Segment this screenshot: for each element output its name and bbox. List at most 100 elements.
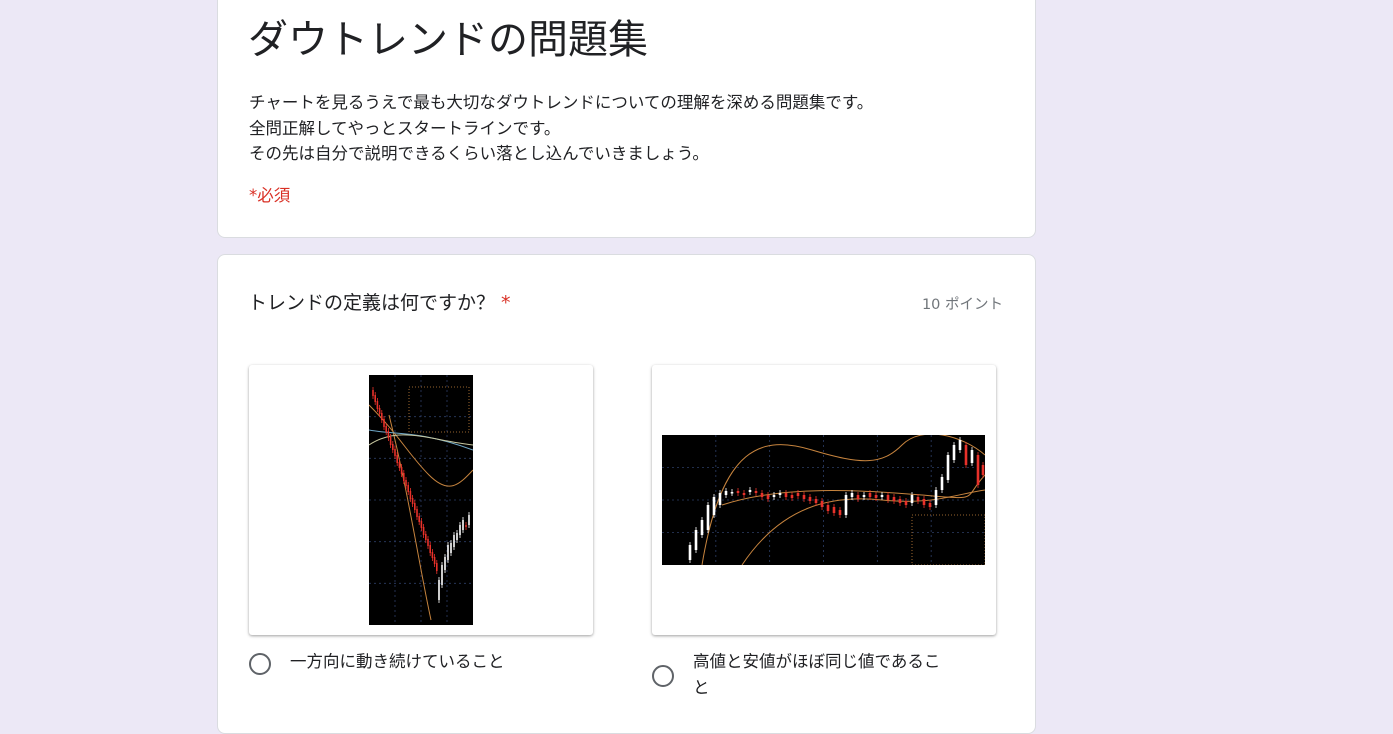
form-description: チャートを見るうえで最も大切なダウトレンドについての理解を深める問題集です。 全… xyxy=(249,90,873,167)
candle xyxy=(802,495,806,499)
candle xyxy=(389,437,392,445)
candle xyxy=(398,462,401,468)
candle xyxy=(718,493,722,505)
candle xyxy=(427,539,429,546)
option-label: 高値と安値がほぼ同じ値であること xyxy=(693,652,941,697)
form-description-line: 全問正解してやっとスタートラインです。 xyxy=(249,118,561,138)
candle xyxy=(441,565,443,585)
candle xyxy=(453,535,455,547)
candle xyxy=(898,499,902,503)
candle xyxy=(383,419,385,427)
candle xyxy=(374,395,376,402)
candle xyxy=(407,485,409,492)
candlestick-chart-downtrend xyxy=(369,375,473,625)
candle xyxy=(724,491,728,495)
candle xyxy=(760,493,764,497)
candle xyxy=(372,390,374,396)
candle xyxy=(385,426,387,432)
form-title: ダウトレンドの問題集 xyxy=(248,17,648,63)
candle xyxy=(447,545,449,560)
candle xyxy=(814,499,818,503)
required-note: *必須 xyxy=(249,186,291,205)
indicator-line xyxy=(721,474,985,506)
candle xyxy=(910,495,914,503)
form-description-line: その先は自分で説明できるくらい落とし込んでいきましょう。 xyxy=(249,144,709,163)
candle xyxy=(808,497,812,501)
candle xyxy=(880,495,884,497)
candle xyxy=(772,495,776,497)
candle xyxy=(981,465,985,475)
indicator-line xyxy=(369,434,473,446)
candle xyxy=(688,545,692,560)
candle xyxy=(465,525,467,527)
candle xyxy=(766,495,770,499)
candle xyxy=(459,525,461,535)
candlestick-chart-range xyxy=(662,435,985,565)
option-label: 一方向に動き続けていること xyxy=(290,652,505,671)
candle xyxy=(886,495,890,500)
candle xyxy=(450,543,452,553)
candle xyxy=(970,450,974,463)
candle xyxy=(958,440,962,450)
candle xyxy=(820,501,824,507)
candle xyxy=(832,507,836,513)
candle xyxy=(403,473,405,481)
candle xyxy=(420,521,423,528)
candle xyxy=(400,467,403,474)
candle xyxy=(922,499,926,505)
candle xyxy=(778,493,782,495)
candle xyxy=(431,552,434,558)
candle xyxy=(856,495,860,499)
candle xyxy=(387,431,390,438)
option-image-range xyxy=(652,365,996,635)
candle xyxy=(462,520,464,530)
candle xyxy=(706,505,710,530)
candle xyxy=(790,495,794,498)
candle xyxy=(952,445,956,460)
candle xyxy=(742,493,746,495)
candle xyxy=(468,515,470,525)
radio-button[interactable] xyxy=(652,665,674,687)
candle xyxy=(378,408,381,414)
candle xyxy=(376,401,379,409)
candle xyxy=(754,491,758,493)
candle xyxy=(405,480,407,486)
candle xyxy=(736,491,740,493)
candle xyxy=(784,493,788,497)
candle xyxy=(416,509,418,517)
candle xyxy=(796,493,800,496)
ichimoku-cloud xyxy=(911,514,985,565)
candle xyxy=(392,444,394,450)
candle xyxy=(436,563,438,571)
candle xyxy=(418,516,420,522)
candle xyxy=(934,490,938,505)
candle xyxy=(862,495,866,497)
candle xyxy=(850,493,854,497)
candle xyxy=(396,455,398,463)
question-text: トレンドの定義は何ですか？ xyxy=(248,292,496,314)
candle xyxy=(444,557,446,570)
required-asterisk: * xyxy=(501,292,511,314)
indicator-line xyxy=(741,489,985,565)
candle xyxy=(409,491,412,499)
candle xyxy=(748,490,752,492)
candle xyxy=(712,497,716,515)
candle xyxy=(438,580,440,600)
candle xyxy=(429,545,431,553)
question-title: トレンドの定義は何ですか？ * xyxy=(248,288,511,315)
candle xyxy=(868,493,872,497)
candle xyxy=(730,492,734,494)
candle xyxy=(381,413,383,420)
candle xyxy=(874,495,878,498)
candle xyxy=(411,498,414,504)
candle xyxy=(916,497,920,501)
question-card: トレンドの定義は何ですか？ * 10 ポイント 一方向に動き続けていること 高値と… xyxy=(217,254,1036,734)
candle xyxy=(964,445,968,465)
radio-button[interactable] xyxy=(249,653,271,675)
candle xyxy=(838,510,842,515)
candle xyxy=(928,503,932,507)
candle xyxy=(700,520,704,535)
candle xyxy=(904,501,908,505)
candle xyxy=(456,533,458,540)
candle xyxy=(433,557,436,564)
